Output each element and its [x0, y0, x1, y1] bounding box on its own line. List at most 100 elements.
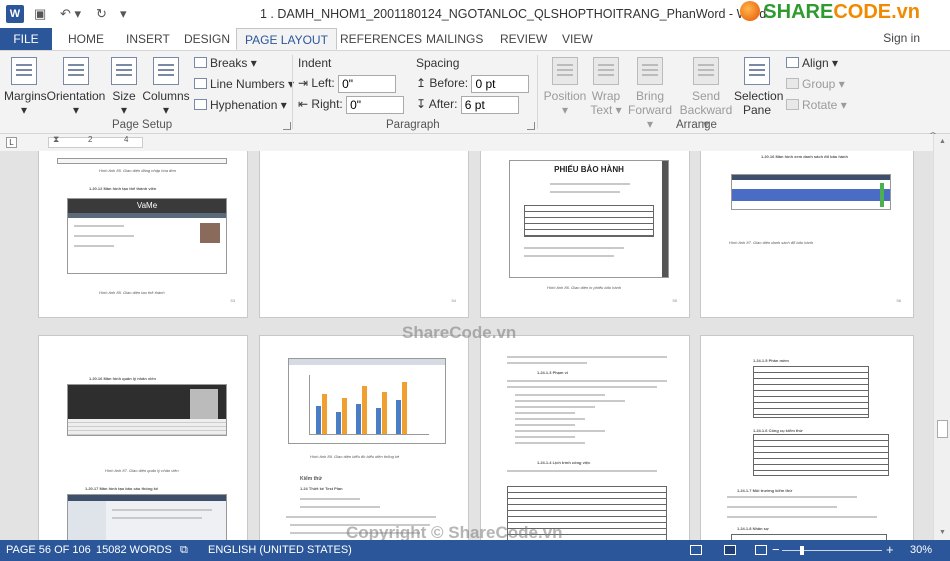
- employee-photo: [190, 389, 218, 419]
- document-page[interactable]: PHIẾU BẢO HÀNH Hình ảnh 86. Giao diện in…: [480, 151, 690, 318]
- employee-table: [68, 419, 226, 435]
- zoom-slider-knob[interactable]: [800, 546, 804, 555]
- size-icon: [111, 57, 137, 85]
- tab-design[interactable]: DESIGN: [176, 28, 238, 50]
- margins-icon: [11, 57, 37, 85]
- align-button[interactable]: Align ▾: [786, 56, 838, 70]
- scroll-up-icon[interactable]: ▲: [939, 138, 946, 145]
- page-number: 55: [672, 298, 677, 303]
- document-page[interactable]: 54: [259, 151, 469, 318]
- read-mode-icon[interactable]: [690, 545, 702, 555]
- section-heading: 1.24.1.6 Công cụ kiểm thử: [753, 428, 803, 433]
- spacing-after-input[interactable]: [460, 96, 519, 114]
- bring-forward-button[interactable]: Bring Forward ▾: [624, 57, 676, 131]
- indent-left-input[interactable]: [338, 75, 397, 93]
- customize-qa-icon[interactable]: ▾: [120, 6, 127, 22]
- selection-pane-button[interactable]: Selection Pane: [734, 57, 783, 117]
- tab-home[interactable]: HOME: [60, 28, 112, 50]
- text-line: [74, 245, 114, 247]
- text-line: [515, 412, 575, 414]
- title-bar: W ▣ ↶ ▾ ↻ ▾ 1 . DAMH_NHOM1_2001180124_NG…: [0, 0, 950, 28]
- columns-button[interactable]: Columns ▾: [142, 57, 190, 117]
- tab-insert[interactable]: INSERT: [118, 28, 178, 50]
- indent-marker-icon[interactable]: ⧗: [53, 134, 59, 145]
- chart-bar: [376, 408, 381, 434]
- document-page[interactable]: 1.24.1.5 Phần mềm 1.24.1.6 Công cụ kiểm …: [700, 335, 914, 540]
- language-indicator[interactable]: ENGLISH (UNITED STATES): [208, 544, 352, 556]
- vertical-scrollbar[interactable]: ▲ ▼: [933, 134, 950, 540]
- text-line: [515, 442, 585, 444]
- orientation-button[interactable]: Orientation ▾: [46, 57, 106, 117]
- section-heading: 1.20.16 Màn hình quản lý nhân viên: [89, 376, 156, 381]
- word-app-icon[interactable]: W: [6, 5, 24, 23]
- wrap-text-button[interactable]: Wrap Text ▾: [590, 57, 622, 117]
- document-page[interactable]: 1.24.1.3 Phạm vi 1.24.1.4 Lịch trình côn…: [480, 335, 690, 540]
- hyphenation-icon: [194, 99, 207, 110]
- position-icon: [552, 57, 578, 85]
- spacing-before-input[interactable]: [471, 75, 530, 93]
- tab-file[interactable]: FILE: [0, 28, 52, 50]
- ruler-track[interactable]: [48, 137, 143, 148]
- text-line: [300, 506, 380, 508]
- document-area[interactable]: Hình ảnh 85. Giao diện đăng nhập hóa đơn…: [0, 151, 933, 540]
- warranty-list-screenshot: [731, 174, 891, 210]
- paragraph-launcher[interactable]: [527, 122, 535, 130]
- text-line: [286, 516, 436, 518]
- page-setup-launcher[interactable]: [283, 122, 291, 130]
- chart-bar: [396, 400, 401, 434]
- sign-in-link[interactable]: Sign in: [883, 31, 920, 45]
- tab-review[interactable]: REVIEW: [492, 28, 555, 50]
- proofing-icon[interactable]: ⧉: [180, 544, 188, 557]
- print-layout-icon[interactable]: [724, 545, 736, 555]
- word-count[interactable]: 15082 WORDS: [96, 544, 172, 556]
- orientation-icon: [63, 57, 89, 85]
- tab-mailings[interactable]: MAILINGS: [418, 28, 491, 50]
- redo-icon[interactable]: ↻: [96, 6, 107, 22]
- spacing-after-field: ↧ After:: [416, 96, 519, 114]
- zoom-slider[interactable]: [782, 550, 882, 551]
- tab-view[interactable]: VIEW: [554, 28, 601, 50]
- rotate-icon: [786, 99, 799, 110]
- ribbon: Margins ▾ Orientation ▾ Size ▾ Columns ▾ Bre…: [0, 50, 950, 138]
- document-page[interactable]: 1.20.16 Màn hình quản lý nhân viên Hình …: [38, 335, 248, 540]
- watermark: Copyright © ShareCode.vn: [346, 523, 563, 540]
- document-page[interactable]: Hình ảnh 85. Giao diện đăng nhập hóa đơn…: [38, 151, 248, 318]
- margins-button[interactable]: Margins ▾: [4, 57, 47, 117]
- chart-screenshot: [288, 358, 446, 444]
- ribbon-tabs: FILE HOME INSERT DESIGN PAGE LAYOUT REFE…: [0, 28, 950, 50]
- document-page[interactable]: Hình ảnh 89. Giao diện biểu đồ biểu diện…: [259, 335, 469, 540]
- undo-icon[interactable]: ↶ ▾: [60, 6, 81, 22]
- chart-bar: [316, 406, 321, 434]
- text-line: [727, 496, 857, 498]
- page-indicator[interactable]: PAGE 56 OF 106: [6, 544, 91, 556]
- group-button[interactable]: Group ▾: [786, 77, 845, 91]
- section-heading: 1.20.17 Màn hình tạo bảo cáo thống kê: [85, 486, 159, 491]
- tools-table: [753, 434, 889, 476]
- hyphenation-button[interactable]: Hyphenation ▾: [194, 98, 287, 112]
- scroll-down-icon[interactable]: ▼: [939, 529, 946, 536]
- zoom-level[interactable]: 30%: [910, 544, 932, 556]
- zoom-out-button[interactable]: −: [772, 542, 780, 557]
- tab-references[interactable]: REFERENCES: [332, 28, 430, 50]
- wrap-text-icon: [593, 57, 619, 85]
- indent-right-input[interactable]: [346, 96, 405, 114]
- text-line: [515, 400, 625, 402]
- tab-selector[interactable]: L: [6, 137, 17, 148]
- scrollbar-thumb[interactable]: [937, 420, 948, 438]
- ruler-mark: 2: [88, 135, 93, 144]
- report-sidebar: [68, 501, 106, 540]
- position-button[interactable]: Position ▾: [542, 57, 588, 117]
- tab-page-layout[interactable]: PAGE LAYOUT: [236, 28, 337, 50]
- line-numbers-button[interactable]: Line Numbers ▾: [194, 77, 294, 91]
- chart-bar: [322, 394, 327, 434]
- text-line: [515, 424, 575, 426]
- rotate-button[interactable]: Rotate ▾: [786, 98, 847, 112]
- size-button[interactable]: Size ▾: [108, 57, 140, 117]
- document-page[interactable]: 1.20.16 Màn hình xem danh sách đổ bảo hà…: [700, 151, 914, 318]
- breaks-button[interactable]: Breaks ▾: [194, 56, 257, 70]
- web-layout-icon[interactable]: [755, 545, 767, 555]
- app-header: [289, 359, 445, 365]
- zoom-in-button[interactable]: +: [886, 542, 894, 557]
- indent-left-field: ⇥ Left:: [298, 75, 397, 93]
- save-icon[interactable]: ▣: [34, 6, 46, 22]
